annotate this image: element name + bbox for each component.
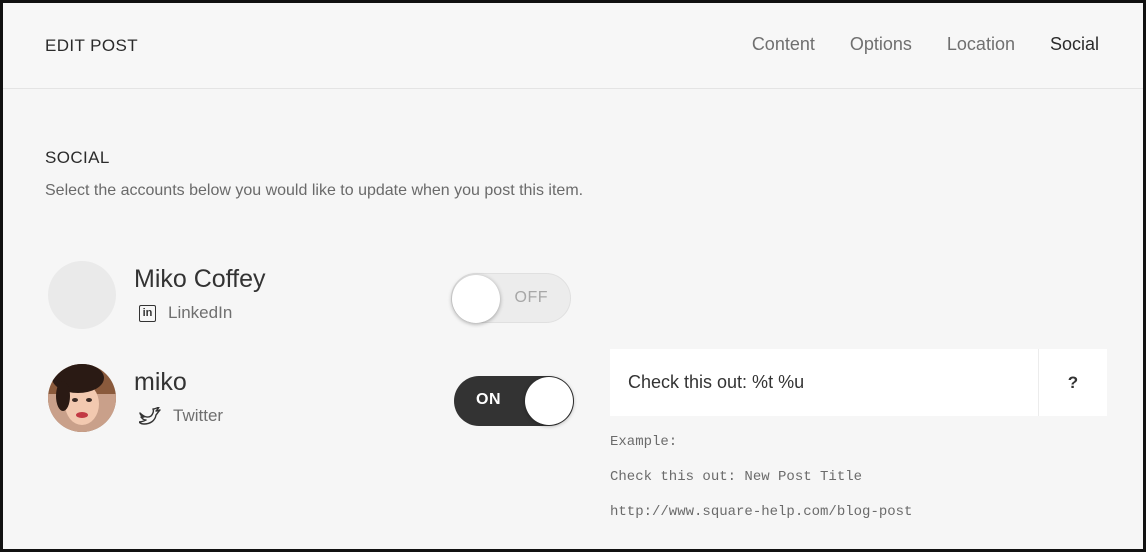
toggle-knob [452,275,500,323]
tab-options[interactable]: Options [850,34,912,55]
service-label: Twitter [173,406,224,425]
linkedin-toggle[interactable]: OFF [451,273,571,323]
example-heading: Example: [610,434,678,450]
panel-header: EDIT POST Content Options Location Socia… [3,3,1143,89]
example-text: Check this out: New Post Title [610,469,863,485]
toggle-label: OFF [514,289,548,306]
help-button[interactable]: ? [1038,349,1107,416]
tab-social[interactable]: Social [1050,34,1099,55]
tab-content[interactable]: Content [752,34,815,55]
section-description: Select the accounts below you would like… [45,182,584,199]
service-label: LinkedIn [168,303,233,322]
account-name: miko [134,368,187,396]
toggle-knob [525,377,573,425]
page-title: EDIT POST [45,36,139,55]
section-title: SOCIAL [45,148,110,167]
linkedin-icon: in [139,304,156,322]
tweet-template-field: ? [610,349,1107,416]
avatar-placeholder [48,261,116,329]
toggle-label: ON [476,391,501,408]
account-name: Miko Coffey [134,265,266,293]
tab-location[interactable]: Location [947,34,1015,55]
twitter-toggle[interactable]: ON [454,376,574,426]
example-url: http://www.square-help.com/blog-post [610,504,913,520]
account-service: in LinkedIn [139,303,232,323]
tweet-template-input[interactable] [610,349,1038,416]
tab-bar: Content Options Location Social [752,34,1099,55]
edit-post-panel: EDIT POST Content Options Location Socia… [0,0,1146,552]
twitter-bird-icon [139,407,161,425]
avatar [48,364,116,432]
account-service: Twitter [139,406,223,426]
